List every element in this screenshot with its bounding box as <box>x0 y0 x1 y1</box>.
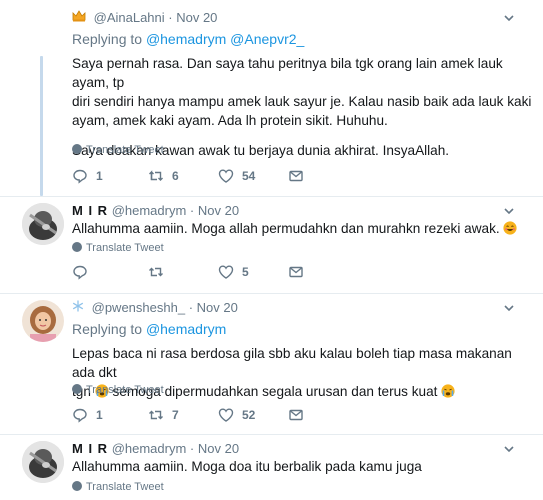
retweet-count: 6 <box>172 169 179 183</box>
tweet-header: @AinaLahni · Nov 20 <box>72 10 217 25</box>
retweet-count: 7 <box>172 408 179 422</box>
heart-icon <box>218 265 234 279</box>
user-name[interactable]: M I R <box>72 441 108 456</box>
envelope-icon <box>289 266 303 278</box>
smiling-face-emoji-icon <box>503 221 518 235</box>
envelope-icon <box>289 409 303 421</box>
globe-icon <box>72 144 82 154</box>
chevron-down-icon[interactable] <box>503 443 515 455</box>
tweet-text-line: ayam, amek kaki ayam. Ada lh protein sik… <box>72 113 388 128</box>
heart-icon <box>218 408 234 422</box>
avatar[interactable] <box>22 203 64 245</box>
tweet-actions: 5 <box>72 264 512 284</box>
tweet-hemadrym-2[interactable]: M I R @hemadrym · Nov 20 Allahumma aamii… <box>0 435 543 500</box>
crown-emoji-icon <box>72 10 86 25</box>
tweet-text-line: Lepas baca ni rasa berdosa gila sbb aku … <box>72 346 512 380</box>
heart-icon <box>218 169 234 183</box>
like-button[interactable]: 54 <box>218 168 255 184</box>
direct-message-button[interactable] <box>288 407 304 423</box>
globe-icon <box>72 384 82 394</box>
tweet-time[interactable]: · Nov 20 <box>190 441 239 456</box>
crying-face-emoji-icon <box>441 384 455 398</box>
translate-tweet-link[interactable]: Translate Tweet <box>72 481 164 493</box>
avatar[interactable] <box>22 300 64 342</box>
tweet-text: Allahumma aamiin. Moga doa itu berbalik … <box>72 459 422 474</box>
reply-button[interactable]: 1 <box>72 168 103 184</box>
user-handle[interactable]: @hemadrym <box>112 441 187 456</box>
tweet-header: @pwensheshh_ · Nov 20 <box>72 300 238 315</box>
mention-link[interactable]: @hemadrym <box>146 31 226 47</box>
retweet-icon <box>149 170 163 181</box>
like-button[interactable]: 52 <box>218 407 255 423</box>
user-handle[interactable]: @AinaLahni <box>94 10 165 25</box>
tweet-time[interactable]: · Nov 20 <box>189 300 238 315</box>
tweet-header: M I R @hemadrym · Nov 20 <box>72 441 239 456</box>
tweet-pwensheshh[interactable]: @pwensheshh_ · Nov 20 Replying to @hemad… <box>0 294 543 434</box>
replying-to: Replying to @hemadrym <box>72 321 227 337</box>
tweet-ainalahni[interactable]: @AinaLahni · Nov 20 Replying to @hemadry… <box>0 0 543 196</box>
retweet-button[interactable]: 7 <box>148 407 179 423</box>
reply-icon <box>73 408 87 423</box>
like-count: 52 <box>242 408 256 422</box>
reply-count: 1 <box>96 408 103 422</box>
tweet-time[interactable]: · Nov 20 <box>190 203 239 218</box>
retweet-button[interactable] <box>148 264 172 280</box>
mention-link[interactable]: @Anepvr2_ <box>230 31 304 47</box>
chevron-down-icon[interactable] <box>503 12 515 24</box>
reply-icon <box>73 265 87 280</box>
globe-icon <box>72 481 82 491</box>
user-handle[interactable]: @pwensheshh_ <box>92 300 185 315</box>
user-name[interactable]: M I R <box>72 203 108 218</box>
translate-tweet-link[interactable]: Translate Tweet <box>72 242 164 254</box>
reply-button[interactable] <box>72 264 96 280</box>
like-button[interactable]: 5 <box>218 264 249 280</box>
envelope-icon <box>289 170 303 182</box>
avatar[interactable] <box>22 441 64 483</box>
tweet-actions: 1 7 52 <box>72 407 512 427</box>
replying-to: Replying to @hemadrym @Anepvr2_ <box>72 31 305 47</box>
mention-link[interactable]: @hemadrym <box>146 321 226 337</box>
retweet-button[interactable]: 6 <box>148 168 179 184</box>
retweet-icon <box>149 267 163 277</box>
like-count: 5 <box>242 265 249 279</box>
tweet-hemadrym[interactable]: M I R @hemadrym · Nov 20 Allahumma aamii… <box>0 197 543 293</box>
translate-tweet-link[interactable]: Translate Tweet <box>72 384 164 396</box>
like-count: 54 <box>242 169 256 183</box>
translate-tweet-link[interactable]: Translate Tweet <box>72 144 164 156</box>
reply-button[interactable]: 1 <box>72 407 103 423</box>
thread-line <box>40 56 43 196</box>
tweet-actions: 1 6 54 <box>72 168 512 188</box>
direct-message-button[interactable] <box>288 168 304 184</box>
retweet-icon <box>149 410 163 420</box>
user-handle[interactable]: @hemadrym <box>112 203 187 218</box>
reply-count: 1 <box>96 169 103 183</box>
tweet-header: M I R @hemadrym · Nov 20 <box>72 203 239 218</box>
tweet-time[interactable]: · Nov 20 <box>168 10 217 25</box>
chevron-down-icon[interactable] <box>503 302 515 314</box>
reply-icon <box>73 169 87 184</box>
globe-icon <box>72 242 82 252</box>
tweet-text-line: Saya pernah rasa. Dan saya tahu peritnya… <box>72 56 503 90</box>
tweet-text: Allahumma aamiin. Moga allah permudahkn … <box>72 219 518 238</box>
direct-message-button[interactable] <box>288 264 304 280</box>
snowflake-emoji-icon <box>72 300 84 315</box>
chevron-down-icon[interactable] <box>503 205 515 217</box>
tweet-text-line: diri sendiri hanya mampu amek lauk sayur… <box>72 94 532 109</box>
